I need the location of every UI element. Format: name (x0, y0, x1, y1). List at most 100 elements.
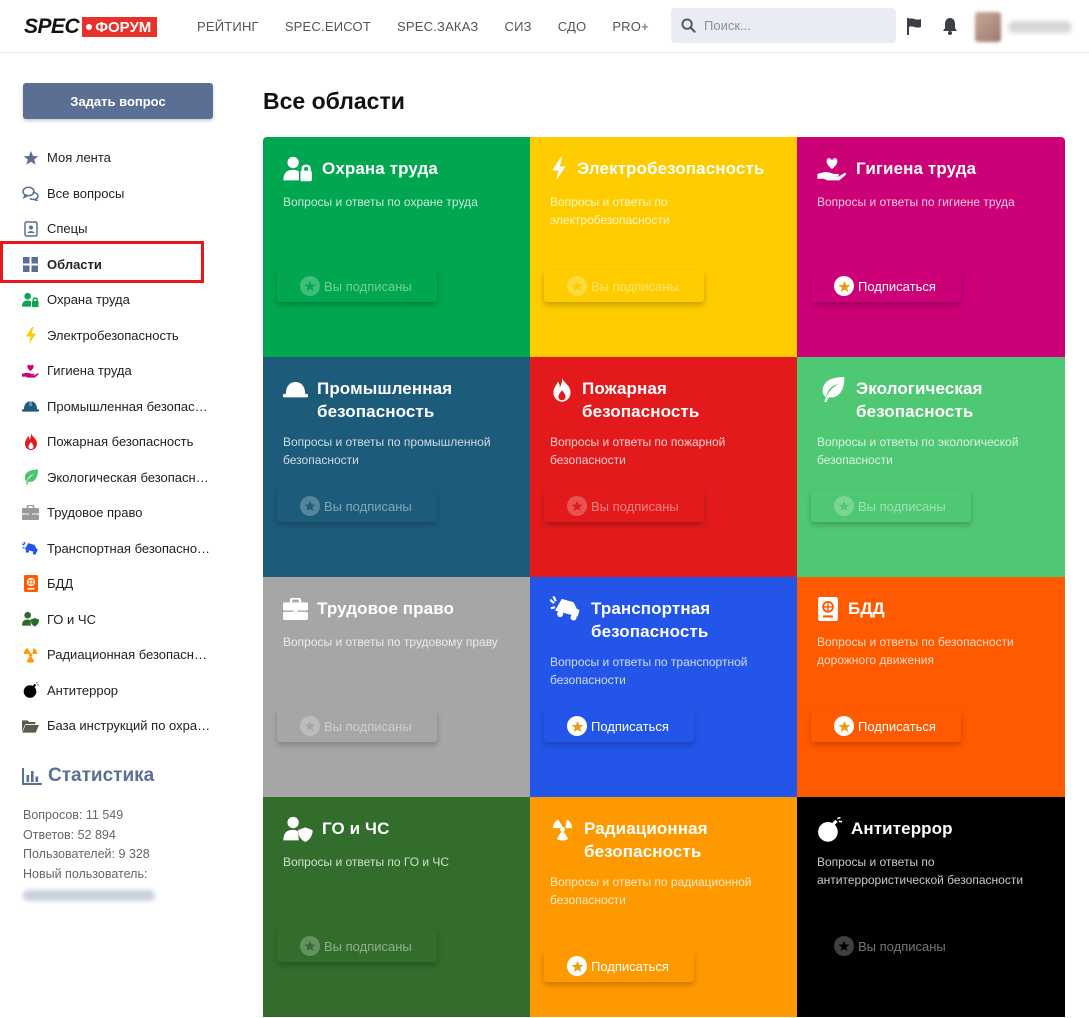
area-card-labor-protection[interactable]: Охрана труда Вопросы и ответы по охране … (263, 137, 530, 357)
area-card-antiterror[interactable]: Антитеррор Вопросы и ответы по антитерро… (797, 797, 1065, 1017)
subscribed-label: Вы подписаны (858, 938, 946, 954)
area-card-industrial-safety[interactable]: Промышленная безопасность Вопросы и отве… (263, 357, 530, 577)
subscribe-button[interactable]: Подписаться (811, 270, 961, 302)
sidebar-item-my-feed[interactable]: Моя лента (0, 140, 225, 176)
subscribed-button[interactable]: Вы подписаны (544, 270, 704, 302)
area-card-civil-defense[interactable]: ГО и ЧС Вопросы и ответы по ГО и ЧС Вы п… (263, 797, 530, 1017)
id-card-icon (22, 220, 39, 237)
subscribed-button[interactable]: Вы подписаны (811, 490, 971, 522)
sidebar-item-all-questions[interactable]: Все вопросы (0, 176, 225, 212)
sidebar-item-label: Охрана труда (47, 292, 130, 308)
area-card-description: Вопросы и ответы по промышленной безопас… (283, 435, 491, 467)
subscribed-button[interactable]: Вы подписаны (277, 490, 437, 522)
area-card-electrical-safety[interactable]: Электробезопасность Вопросы и ответы по … (530, 137, 797, 357)
area-card-title[interactable]: Гигиена труда (856, 157, 976, 180)
subscribed-button[interactable]: Вы подписаны (277, 270, 437, 302)
area-card-title[interactable]: Промышленная безопасность (317, 377, 511, 423)
hand-heart-icon (22, 362, 39, 379)
bomb-icon (817, 815, 842, 843)
nav-siz[interactable]: СИЗ (505, 19, 532, 34)
subscribed-button[interactable]: Вы подписаны (811, 930, 971, 962)
bomb-icon (22, 682, 39, 699)
sidebar-item-label: Гигиена труда (47, 363, 132, 379)
user-avatar[interactable] (975, 12, 1001, 42)
area-card-title[interactable]: Экологическая безопасность (856, 377, 1046, 423)
star-badge-icon (300, 936, 320, 956)
area-card-work-hygiene[interactable]: Гигиена труда Вопросы и ответы по гигиен… (797, 137, 1065, 357)
area-card-radiation-safety[interactable]: Радиационная безопасность Вопросы и отве… (530, 797, 797, 1017)
sidebar-item-electrical-safety[interactable]: Электробезопасность (0, 318, 225, 354)
area-card-title[interactable]: Электробезопасность (577, 157, 764, 180)
site-logo[interactable]: SPEC ФОРУМ (24, 15, 158, 38)
subscribe-button[interactable]: Подписаться (544, 710, 694, 742)
star-badge-icon (300, 496, 320, 516)
sidebar-item-label: Антитеррор (47, 682, 119, 698)
user-shield-icon (22, 611, 39, 628)
sidebar-item-instructions-base[interactable]: База инструкций по охране труда (0, 708, 225, 744)
radiation-icon (22, 646, 39, 663)
subscribed-button[interactable]: Вы подписаны (277, 930, 437, 962)
nav-spec-zakaz[interactable]: SPEC.ЗАКАЗ (397, 19, 479, 34)
ask-question-button[interactable]: Задать вопрос (23, 83, 213, 119)
sidebar-item-labor-law[interactable]: Трудовое право (0, 495, 225, 531)
sidebar-item-label: Радиационная безопасность (47, 647, 213, 663)
area-card-title[interactable]: ГО и ЧС (322, 817, 389, 840)
subscribed-button[interactable]: Вы подписаны (544, 490, 704, 522)
area-card-title[interactable]: Трудовое право (317, 597, 454, 620)
sidebar-item-fire-safety[interactable]: Пожарная безопасность (0, 424, 225, 460)
area-card-title[interactable]: Транспортная безопасность (591, 597, 778, 643)
star-badge-icon (834, 716, 854, 736)
sidebar-item-industrial-safety[interactable]: Промышленная безопасность (0, 389, 225, 425)
nav-rating[interactable]: РЕЙТИНГ (197, 19, 259, 34)
sidebar-item-label: Транспортная безопасность (47, 540, 213, 556)
area-card-title[interactable]: БДД (848, 597, 885, 620)
area-card-fire-safety[interactable]: Пожарная безопасность Вопросы и ответы п… (530, 357, 797, 577)
subscribed-label: Вы подписаны (324, 498, 412, 514)
bolt-icon (22, 326, 39, 344)
sidebar-item-road-safety[interactable]: БДД (0, 566, 225, 602)
area-card-transport-safety[interactable]: Транспортная безопасность Вопросы и отве… (530, 577, 797, 797)
star-badge-icon (834, 936, 854, 956)
active-item-highlight (0, 241, 204, 283)
area-card-description: Вопросы и ответы по охране труда (283, 195, 478, 209)
subscribe-button[interactable]: Подписаться (544, 950, 694, 982)
sidebar-item-ecological-safety[interactable]: Экологическая безопасность (0, 460, 225, 496)
area-card-title[interactable]: Радиационная безопасность (584, 817, 778, 863)
area-card-labor-law[interactable]: Трудовое право Вопросы и ответы по трудо… (263, 577, 530, 797)
nav-spec-eisot[interactable]: SPEC.ЕИСОТ (285, 19, 371, 34)
sidebar-item-label: Все вопросы (47, 185, 125, 201)
sidebar-item-antiterror[interactable]: Антитеррор (0, 673, 225, 709)
logo-spec-text: SPEC (24, 15, 80, 38)
new-user-link-blurred[interactable] (23, 889, 155, 901)
search-input[interactable] (704, 18, 884, 33)
sidebar-item-labor-protection[interactable]: Охрана труда (0, 282, 225, 318)
sidebar-item-label: Пожарная безопасность (47, 434, 194, 450)
subscribed-button[interactable]: Вы подписаны (277, 710, 437, 742)
user-name-blurred[interactable] (1008, 21, 1072, 33)
sidebar-item-label: База инструкций по охране труда (47, 718, 213, 734)
area-card-road-safety[interactable]: БДД Вопросы и ответы по безопасности дор… (797, 577, 1065, 797)
flag-icon[interactable] (904, 16, 924, 36)
nav-pro[interactable]: PRO+ (612, 19, 649, 34)
search-box[interactable] (671, 8, 896, 43)
stats-title: Статистика (48, 765, 155, 786)
sidebar-item-radiation-safety[interactable]: Радиационная безопасность (0, 637, 225, 673)
area-card-title[interactable]: Охрана труда (322, 157, 438, 180)
bell-icon[interactable] (940, 16, 960, 36)
star-badge-icon (567, 716, 587, 736)
area-card-title[interactable]: Антитеррор (851, 817, 953, 840)
sidebar-item-work-hygiene[interactable]: Гигиена труда (0, 353, 225, 389)
search-icon (681, 18, 696, 33)
nav-sdo[interactable]: СДО (558, 19, 587, 34)
sidebar-item-label: ГО и ЧС (47, 611, 96, 627)
subscribe-label: Подписаться (858, 278, 936, 294)
subscribe-button[interactable]: Подписаться (811, 710, 961, 742)
area-card-title[interactable]: Пожарная безопасность (582, 377, 778, 423)
briefcase-icon (283, 595, 308, 623)
sidebar-item-transport-safety[interactable]: Транспортная безопасность (0, 531, 225, 567)
area-card-ecological-safety[interactable]: Экологическая безопасность Вопросы и отв… (797, 357, 1065, 577)
sidebar-item-label: Трудовое право (47, 505, 143, 521)
area-card-description: Вопросы и ответы по транспортной безопас… (550, 655, 748, 687)
sidebar-item-civil-defense[interactable]: ГО и ЧС (0, 602, 225, 638)
sidebar-item-label: Электробезопасность (47, 327, 179, 343)
